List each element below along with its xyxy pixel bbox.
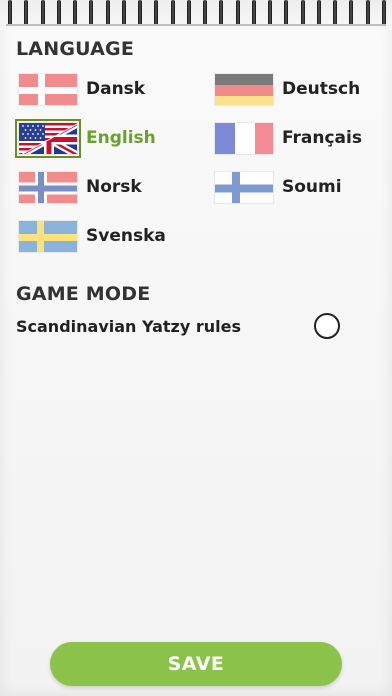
france-flag-icon bbox=[214, 121, 274, 155]
spiral-ring bbox=[251, 0, 256, 26]
finland-flag-icon bbox=[214, 170, 274, 204]
language-label: Français bbox=[282, 128, 362, 148]
spiral-ring bbox=[333, 0, 337, 26]
spiral-ring bbox=[8, 0, 12, 26]
spiral-ring bbox=[284, 0, 289, 26]
language-label: English bbox=[86, 128, 156, 148]
usa-uk-flag-icon bbox=[15, 118, 81, 158]
language-label: Norsk bbox=[86, 177, 142, 197]
denmark-flag-icon bbox=[18, 72, 78, 106]
spiral-ring bbox=[73, 0, 77, 26]
spiral-binding bbox=[0, 0, 392, 30]
spiral-ring bbox=[138, 0, 142, 26]
spiral-ring bbox=[40, 0, 45, 26]
language-option-francais[interactable]: Français bbox=[214, 120, 362, 156]
spiral-ring bbox=[300, 0, 305, 26]
spiral-ring bbox=[381, 0, 386, 26]
spiral-ring bbox=[24, 0, 29, 26]
spiral-ring bbox=[105, 0, 110, 26]
spiral-ring bbox=[170, 0, 175, 26]
game-mode-option-row[interactable]: Scandinavian Yatzy rules bbox=[16, 313, 346, 339]
language-option-english[interactable]: English bbox=[15, 118, 156, 158]
notebook-page: LANGUAGE Dansk Deutsch English Français … bbox=[0, 0, 392, 696]
language-option-svenska[interactable]: Svenska bbox=[18, 218, 166, 254]
language-label: Soumi bbox=[282, 177, 342, 197]
spiral-ring bbox=[121, 0, 126, 26]
save-button[interactable]: SAVE bbox=[50, 642, 342, 686]
spiral-ring bbox=[235, 0, 240, 26]
scandinavian-rules-radio[interactable] bbox=[314, 313, 340, 339]
language-label: Svenska bbox=[86, 226, 166, 246]
language-option-norsk[interactable]: Norsk bbox=[18, 169, 142, 205]
language-label: Deutsch bbox=[282, 79, 361, 99]
scandinavian-rules-label: Scandinavian Yatzy rules bbox=[16, 316, 242, 336]
language-option-soumi[interactable]: Soumi bbox=[214, 169, 342, 205]
spiral-ring bbox=[89, 0, 94, 26]
spiral-ring bbox=[203, 0, 207, 26]
game-mode-section-title: GAME MODE bbox=[16, 283, 151, 305]
spiral-ring bbox=[349, 0, 354, 26]
sweden-flag-icon bbox=[18, 219, 78, 253]
language-option-deutsch[interactable]: Deutsch bbox=[214, 71, 360, 107]
spiral-ring bbox=[316, 0, 321, 26]
language-label: Dansk bbox=[86, 79, 146, 99]
norway-flag-icon bbox=[18, 170, 78, 204]
language-section-title: LANGUAGE bbox=[16, 38, 135, 60]
spiral-ring bbox=[56, 0, 61, 26]
spiral-ring bbox=[186, 0, 191, 26]
spiral-ring bbox=[268, 0, 272, 26]
spiral-ring bbox=[365, 0, 370, 26]
spiral-ring bbox=[219, 0, 224, 26]
germany-flag-icon bbox=[214, 72, 274, 106]
language-option-dansk[interactable]: Dansk bbox=[18, 71, 145, 107]
spiral-ring bbox=[154, 0, 159, 26]
